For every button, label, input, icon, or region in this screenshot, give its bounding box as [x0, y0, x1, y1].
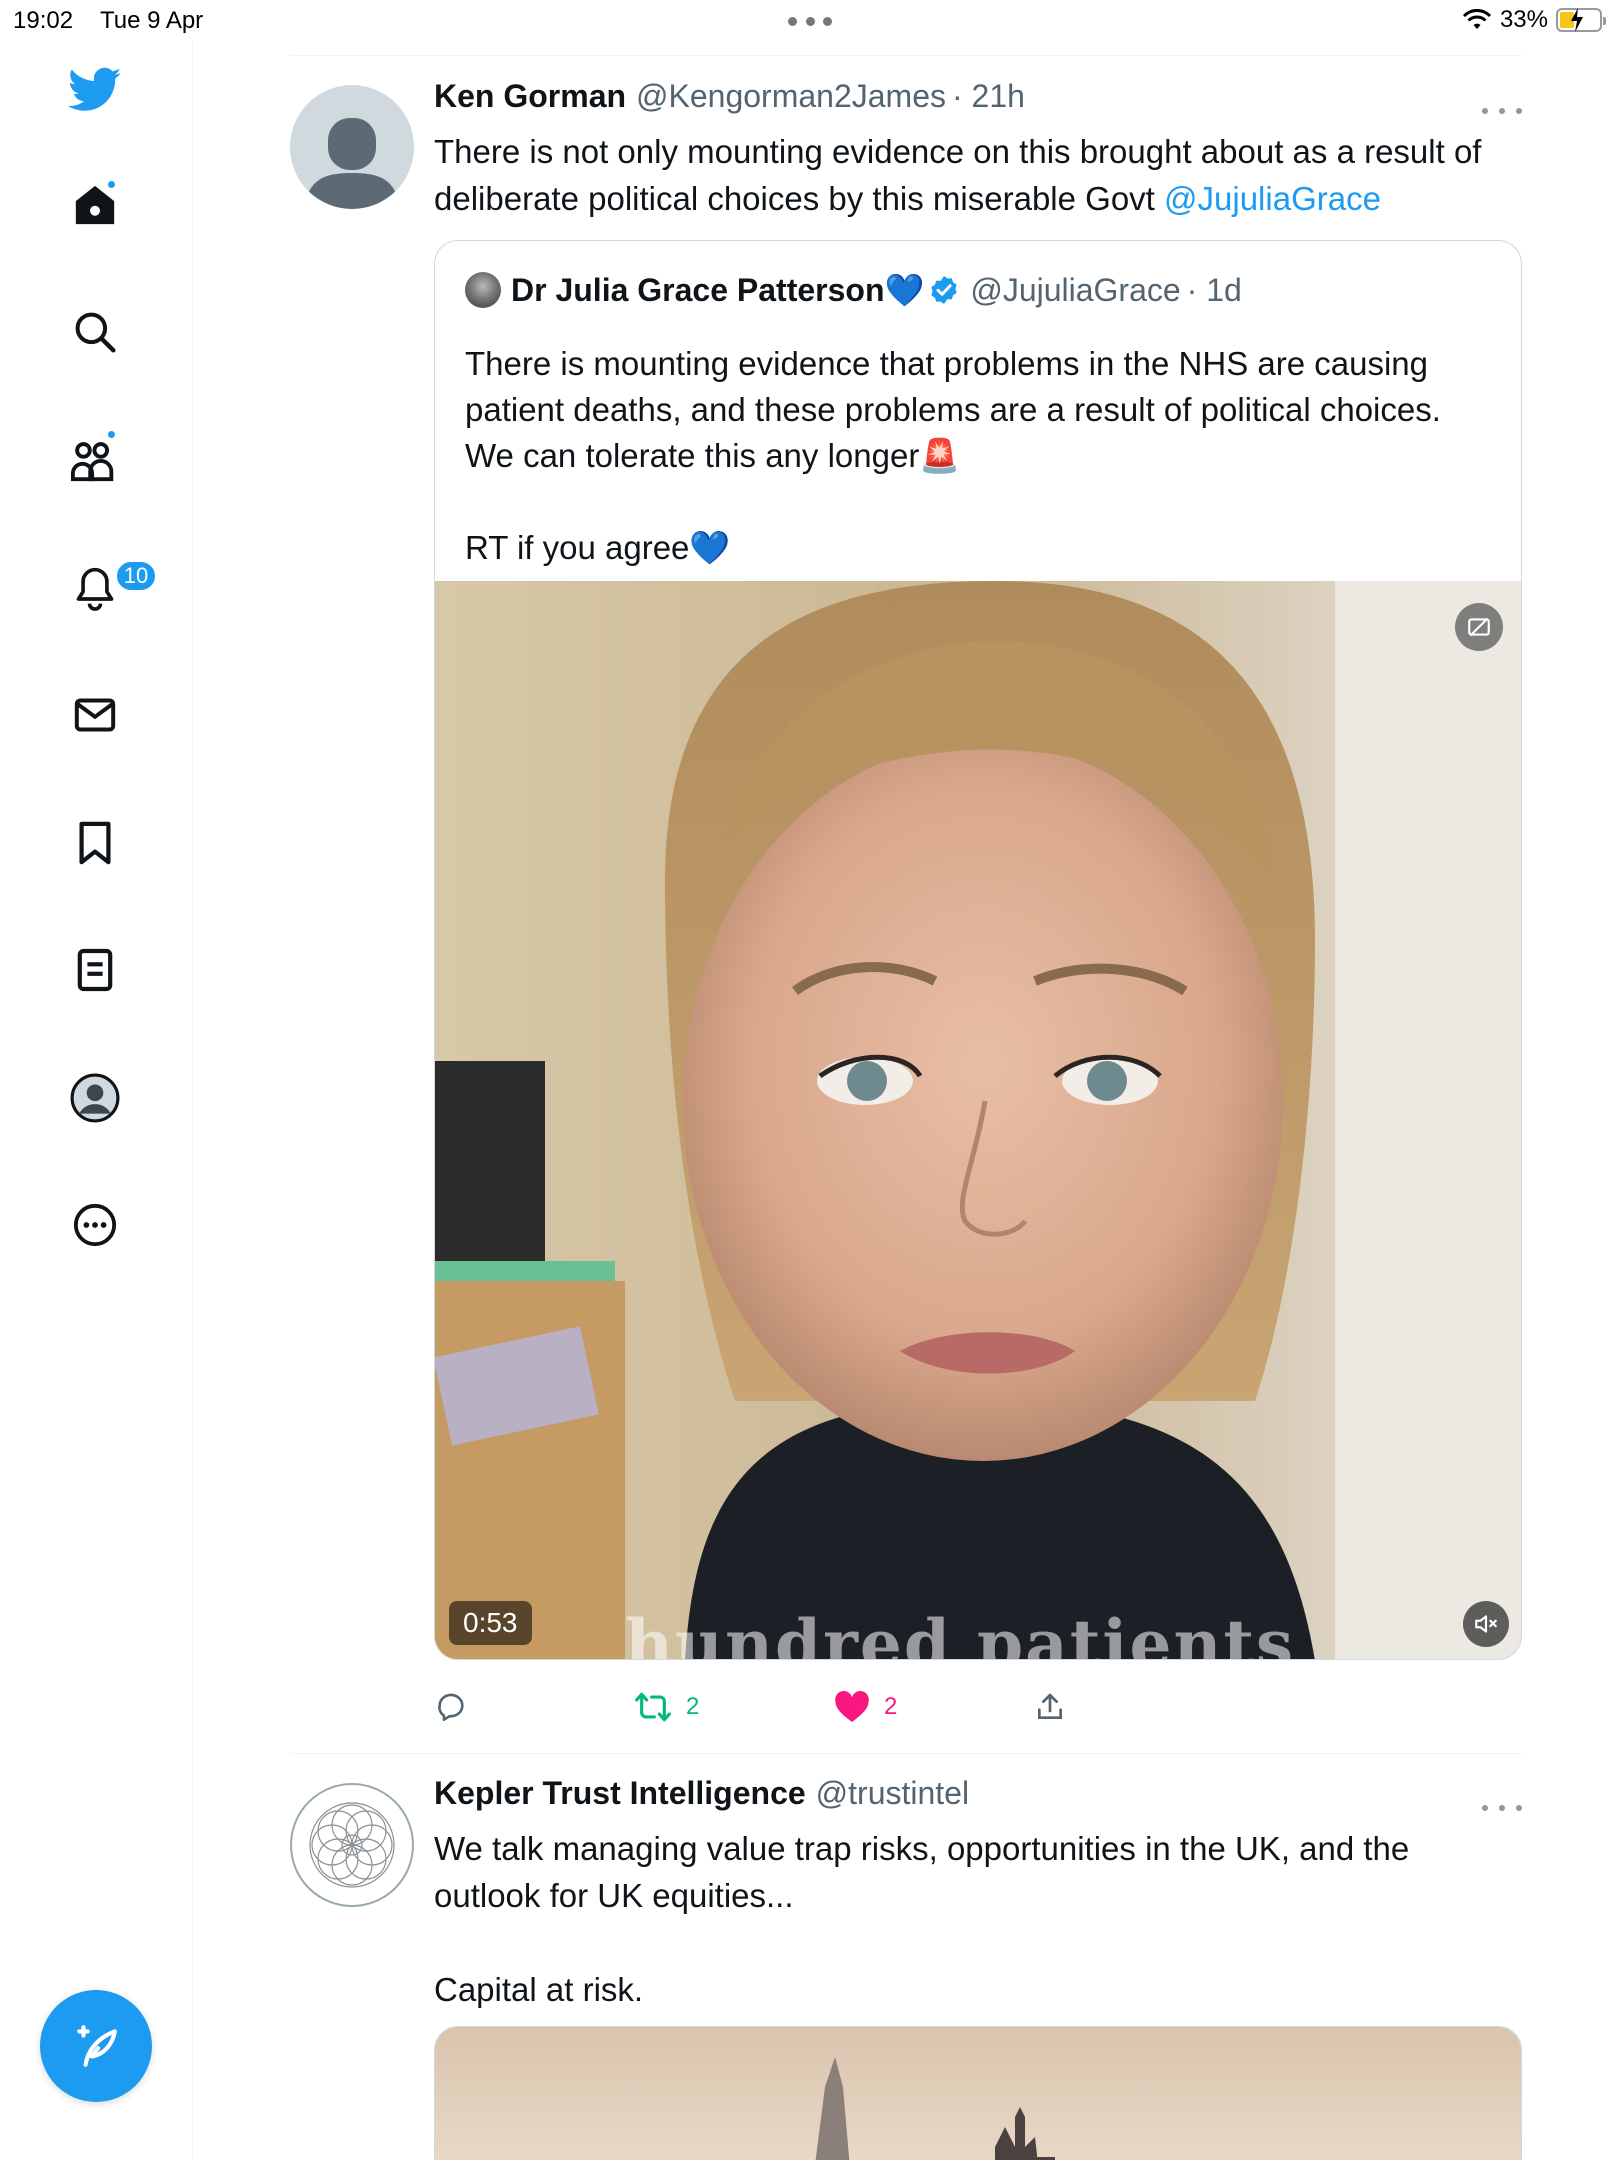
avatar[interactable]: [290, 1783, 414, 1907]
tweet-header: Ken Gorman @Kengorman2James · 21h: [434, 78, 1025, 115]
tweet-text: There is not only mounting evidence on t…: [434, 128, 1481, 222]
speaker-muted-icon: [1475, 1615, 1497, 1633]
twitter-bird-logo[interactable]: [55, 50, 135, 130]
status-bar: 19:02 Tue 9 Apr 33%: [0, 0, 1620, 40]
quote-author-handle: @JujuliaGrace: [970, 271, 1181, 308]
tweet-divider: [290, 1753, 1522, 1754]
nav-notifications[interactable]: 10: [55, 548, 157, 628]
wifi-icon: [1462, 9, 1492, 29]
captions-toggle-button[interactable]: [1455, 603, 1503, 651]
profile-avatar-icon: [70, 1073, 120, 1123]
bell-icon: [76, 567, 114, 611]
communities-icon: [70, 442, 114, 482]
status-date: Tue 9 Apr: [100, 7, 204, 34]
notifications-badge: 10: [115, 560, 157, 592]
sidebar: 10: [0, 40, 193, 2160]
battery-icon: [1556, 8, 1606, 32]
nav-profile[interactable]: [55, 1058, 135, 1138]
more-circle-icon: [73, 1203, 117, 1247]
status-time: 19:02: [13, 7, 74, 34]
share-icon: [1038, 1693, 1062, 1719]
verified-badge-icon: [931, 276, 957, 304]
tweet-actions: 2 2: [434, 1682, 1114, 1732]
reply-icon: [438, 1693, 464, 1722]
communities-notification-dot: [106, 429, 117, 440]
tweet-more-button[interactable]: [1482, 1793, 1522, 1823]
retweet-icon: [635, 1692, 671, 1722]
quote-time: · 1d: [1186, 271, 1242, 308]
twitter-bird-icon: [68, 67, 122, 111]
tweet-time[interactable]: · 21h: [952, 78, 1025, 115]
list-icon: [77, 948, 113, 992]
quote-author-name: Dr Julia Grace Patterson💙: [511, 272, 925, 308]
author-name[interactable]: Kepler Trust Intelligence: [434, 1775, 806, 1812]
search-icon: [75, 312, 116, 353]
mail-icon: [74, 698, 116, 732]
like-button[interactable]: 2: [834, 1682, 897, 1732]
author-handle[interactable]: @Kengorman2James: [636, 78, 946, 115]
video-duration: 0:53: [449, 1601, 532, 1645]
nav-communities[interactable]: [55, 420, 135, 500]
quoted-tweet[interactable]: Dr Julia Grace Patterson💙 @JujuliaGrace …: [434, 240, 1522, 1660]
quote-header: Dr Julia Grace Patterson💙 @JujuliaGrace …: [465, 271, 1242, 309]
battery-percent: 33%: [1499, 6, 1548, 33]
quote-video[interactable]: hundred patients 0:53: [435, 581, 1521, 1660]
nav-messages[interactable]: [55, 675, 135, 755]
share-button[interactable]: [1034, 1682, 1066, 1732]
video-caption-overlay: hundred patients: [625, 1605, 1296, 1660]
heart-filled-icon: [835, 1690, 869, 1722]
multitasking-dots-icon[interactable]: [788, 17, 832, 27]
status-right: 33%: [1462, 6, 1606, 34]
video-frame: [435, 581, 1521, 1659]
retweet-button[interactable]: 2: [634, 1682, 699, 1732]
avatar[interactable]: [290, 85, 414, 209]
like-count: 2: [884, 1693, 898, 1720]
nav-home[interactable]: [55, 165, 135, 245]
tweet-text: We talk managing value trap risks, oppor…: [434, 1830, 1410, 2008]
nav-bookmarks[interactable]: [55, 803, 135, 883]
retweet-count: 2: [686, 1693, 700, 1720]
nav-lists[interactable]: [55, 930, 135, 1010]
tweet-more-button[interactable]: [1482, 96, 1522, 126]
compose-tweet-button[interactable]: [40, 1990, 152, 2102]
home-notification-dot: [106, 179, 117, 190]
tweet-header: Kepler Trust Intelligence @trustintel: [434, 1775, 969, 1812]
quote-avatar: [465, 272, 501, 308]
timeline: Ken Gorman @Kengorman2James · 21h There …: [290, 55, 1522, 2160]
london-skyline-image: [435, 2027, 1521, 2160]
author-name[interactable]: Ken Gorman: [434, 78, 626, 115]
reply-button[interactable]: [434, 1682, 468, 1732]
quote-text: There is mounting evidence that problems…: [465, 345, 1441, 566]
captions-off-icon: [1468, 617, 1490, 637]
tweet-image[interactable]: [434, 2026, 1522, 2160]
bookmark-icon: [79, 821, 111, 865]
kepler-logo-icon: [309, 1802, 395, 1888]
mute-button[interactable]: [1463, 1601, 1509, 1647]
compose-feather-icon: [77, 2025, 117, 2067]
nav-search[interactable]: [55, 292, 135, 372]
author-handle[interactable]: @trustintel: [816, 1775, 969, 1812]
mention-link[interactable]: @JujuliaGrace: [1164, 180, 1381, 217]
default-avatar-icon: [304, 118, 400, 209]
nav-more[interactable]: [55, 1185, 135, 1265]
